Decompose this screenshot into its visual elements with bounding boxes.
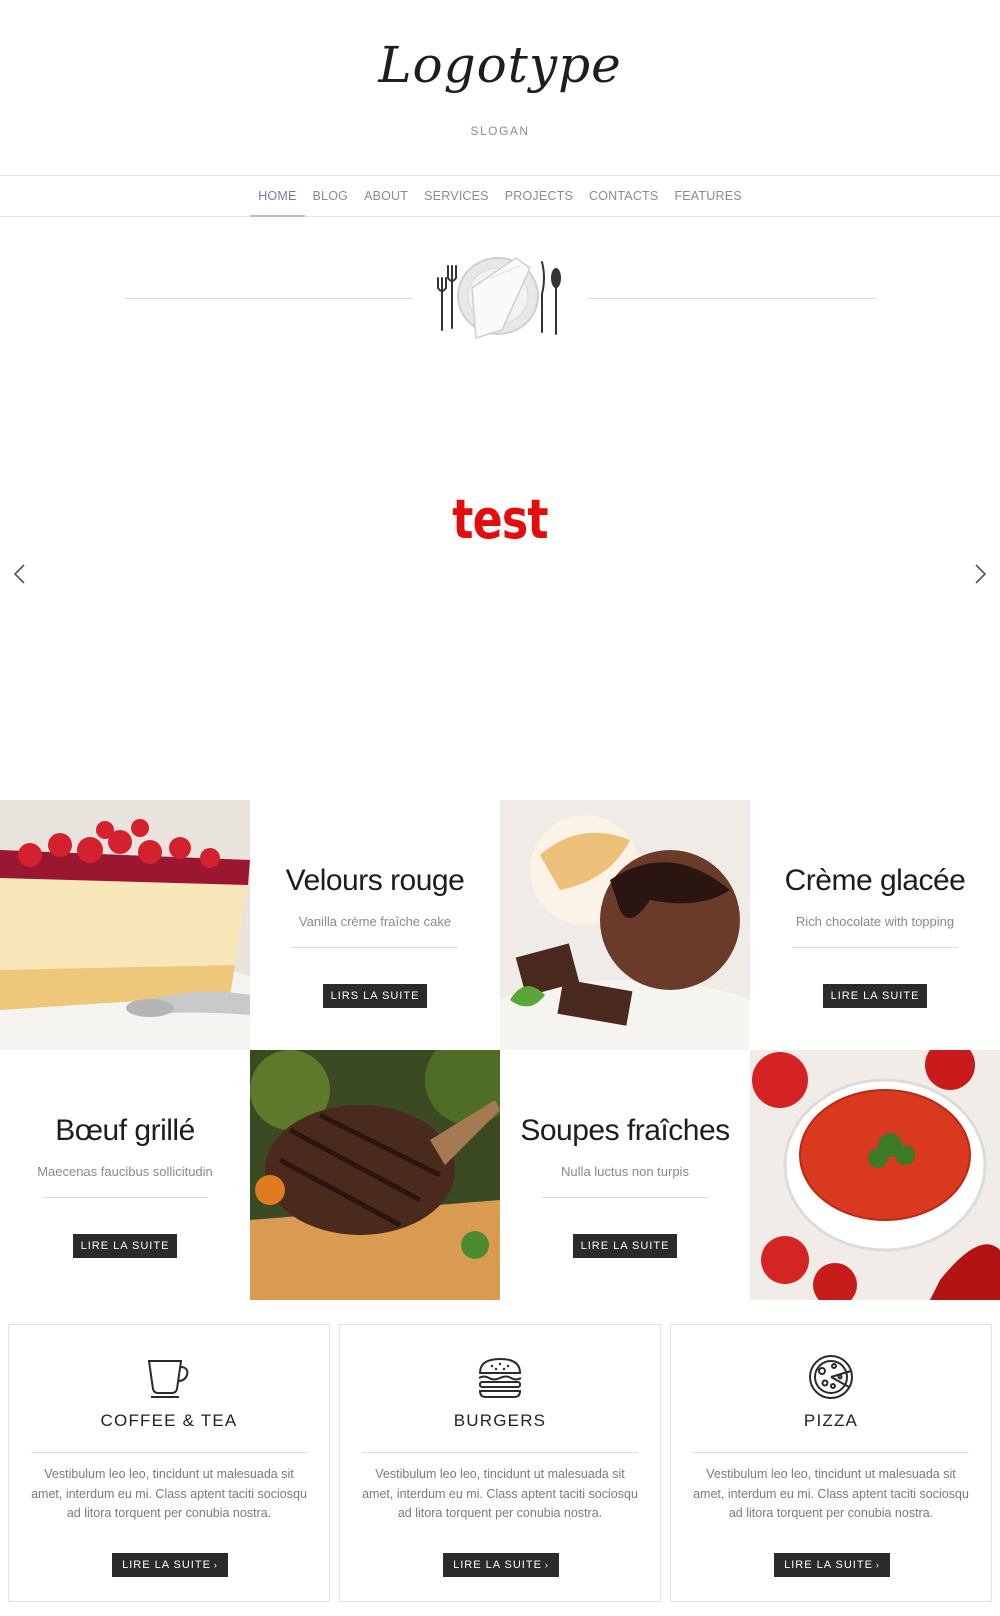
nav-item-contacts[interactable]: CONTACTS <box>581 176 666 217</box>
tile-title: Velours rouge <box>285 864 465 897</box>
read-more-button[interactable]: LIRE LA SUITE › <box>443 1553 559 1577</box>
tile-subtitle: Nulla luctus non turpis <box>561 1164 689 1179</box>
card-title: PIZZA <box>803 1411 859 1430</box>
read-more-button[interactable]: LIRE LA SUITE <box>573 1234 677 1258</box>
tile-title: Soupes fraîches <box>520 1114 730 1147</box>
nav-item-services[interactable]: SERVICES <box>416 176 497 217</box>
slogan: SLOGAN <box>470 124 530 138</box>
site-header: Logotype SLOGAN <box>0 0 1000 175</box>
tile-boeuf-grille: Bœuf grillé Maecenas faucibus sollicitud… <box>0 1050 250 1300</box>
read-more-label: LIRE LA SUITE <box>784 1559 873 1571</box>
slide-title: test <box>452 488 548 551</box>
tile-divider <box>792 947 958 948</box>
read-more-button[interactable]: LIRE LA SUITE › <box>112 1553 228 1577</box>
read-more-button[interactable]: LIRE LA SUITE <box>823 984 927 1008</box>
tile-divider <box>42 1197 208 1198</box>
read-more-button[interactable]: LIRS LA SUITE <box>323 984 427 1008</box>
chevron-left-icon[interactable] <box>10 562 30 586</box>
read-more-button[interactable]: LIRE LA SUITE › <box>774 1553 890 1577</box>
tile-title: Bœuf grillé <box>55 1114 195 1147</box>
card-divider <box>693 1452 969 1453</box>
nav-item-features[interactable]: FEATURES <box>666 176 749 217</box>
read-more-button[interactable]: LIRE LA SUITE <box>73 1234 177 1258</box>
divider-left <box>125 298 413 299</box>
burger-icon <box>476 1353 524 1401</box>
divider-right <box>588 298 876 299</box>
feature-card-burgers: BURGERS Vestibulum leo leo, tincidunt ut… <box>339 1324 661 1602</box>
nav-item-about[interactable]: ABOUT <box>356 176 416 217</box>
coffee-cup-icon <box>145 1353 193 1401</box>
card-text: Vestibulum leo leo, tincidunt ut malesua… <box>362 1467 638 1520</box>
logo[interactable]: Logotype <box>0 36 1000 94</box>
tile-subtitle: Maecenas faucibus sollicitudin <box>37 1164 213 1179</box>
read-more-label: LIRE LA SUITE <box>122 1559 211 1571</box>
nav-item-projects[interactable]: PROJECTS <box>497 176 581 217</box>
tile-subtitle: Rich chocolate with topping <box>795 914 955 929</box>
card-title: COFFEE & TEA <box>100 1411 238 1430</box>
soup-image <box>750 1050 1000 1300</box>
tile-subtitle: Vanilla crème fraîche cake <box>298 914 452 929</box>
tile-divider <box>292 947 458 948</box>
card-title: BURGERS <box>453 1411 547 1430</box>
chevron-right-icon[interactable] <box>970 562 990 586</box>
tile-divider <box>542 1197 708 1198</box>
steak-image <box>250 1050 500 1300</box>
feature-card-pizza: PIZZA Vestibulum leo leo, tincidunt ut m… <box>670 1324 992 1602</box>
chevron-right-icon: › <box>875 1560 880 1570</box>
plate-cutlery-icon <box>432 248 568 346</box>
main-nav: HOME BLOG ABOUT SERVICES PROJECTS CONTAC… <box>0 175 1000 217</box>
hero-slider: test <box>0 350 1000 790</box>
ice-cream-image <box>500 800 750 1050</box>
cake-image <box>0 800 250 1050</box>
chevron-right-icon: › <box>544 1560 549 1570</box>
tile-creme-glacee: Crème glacée Rich chocolate with topping… <box>750 800 1000 1050</box>
pizza-icon <box>807 1353 855 1401</box>
card-divider <box>362 1452 638 1453</box>
card-text: Vestibulum leo leo, tincidunt ut malesua… <box>31 1467 307 1520</box>
tile-soupes-fraiches: Soupes fraîches Nulla luctus non turpis … <box>500 1050 750 1300</box>
feature-card-coffee: COFFEE & TEA Vestibulum leo leo, tincidu… <box>8 1324 330 1602</box>
tile-title: Crème glacée <box>784 864 966 897</box>
read-more-label: LIRE LA SUITE <box>453 1559 542 1571</box>
card-text: Vestibulum leo leo, tincidunt ut malesua… <box>693 1467 969 1520</box>
chevron-right-icon: › <box>213 1560 218 1570</box>
card-divider <box>31 1452 307 1453</box>
tile-velours-rouge: Velours rouge Vanilla crème fraîche cake… <box>250 800 500 1050</box>
nav-item-home[interactable]: HOME <box>250 176 305 217</box>
nav-item-blog[interactable]: BLOG <box>305 176 357 217</box>
